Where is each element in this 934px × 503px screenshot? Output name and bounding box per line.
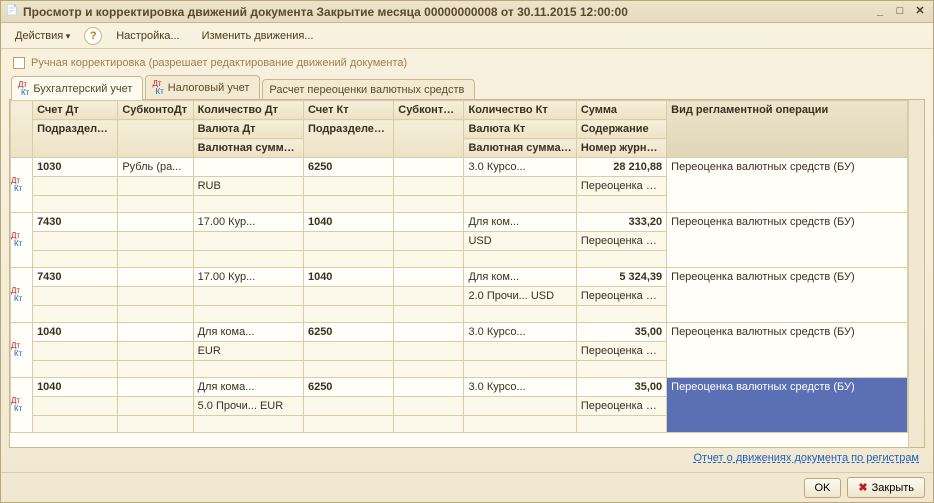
tab-tax[interactable]: ДтКт Налоговый учет (145, 75, 260, 99)
table-row[interactable]: ДтКт1040Для кома...62503.0 Курсо...35,00… (11, 323, 908, 342)
row-icon: ДтКт (11, 287, 32, 303)
table-row[interactable]: ДтКт1030Рубль (ра...62503.0 Курсо...28 2… (11, 158, 908, 177)
vertical-scrollbar[interactable] (908, 100, 924, 447)
toolbar: Действия ? Настройка... Изменить движени… (1, 23, 933, 49)
table-row[interactable]: ДтКт743017.00 Кур...1040Для ком...333,20… (11, 213, 908, 232)
titlebar: 📄 Просмотр и корректировка движений доку… (1, 1, 933, 23)
settings-button[interactable]: Настройка... (108, 28, 187, 44)
hdr-schet-kt[interactable]: Счет Кт (303, 101, 393, 120)
tab-fx[interactable]: Расчет переоценки валютных средств (262, 79, 475, 99)
actions-menu[interactable]: Действия (7, 28, 78, 44)
change-moves-button[interactable]: Изменить движения... (194, 28, 322, 44)
hdr-qty-dt[interactable]: Количество Дт (193, 101, 303, 120)
ok-button[interactable]: OK (804, 478, 842, 498)
footer-links: Отчет о движениях документа по регистрам (9, 448, 925, 468)
table-row[interactable]: ДтКт743017.00 Кур...1040Для ком...5 324,… (11, 268, 908, 287)
table-row[interactable]: ДтКт1040Для кома...62503.0 Курсо...35,00… (11, 378, 908, 397)
manual-edit-label: Ручная корректировка (разрешает редактир… (31, 57, 407, 69)
manual-edit-row: Ручная корректировка (разрешает редактир… (13, 57, 925, 69)
ok-label: OK (815, 482, 831, 494)
help-button[interactable]: ? (84, 27, 102, 45)
row-icon: ДтКт (11, 232, 32, 248)
hdr-subk-kt2 (394, 120, 464, 158)
tab-tax-label: Налоговый учет (168, 82, 250, 94)
hdr-vsum-dt[interactable]: Валютная сумма Дт (193, 139, 303, 158)
row-icon: ДтКт (11, 397, 32, 413)
hdr-cont[interactable]: Содержание (576, 120, 666, 139)
close-label: Закрыть (872, 482, 914, 494)
row-icon: ДтКт (11, 342, 32, 358)
minimize-button[interactable]: _ (871, 4, 889, 20)
maximize-button[interactable]: □ (891, 4, 909, 20)
manual-edit-checkbox[interactable] (13, 57, 25, 69)
content: Ручная корректировка (разрешает редактир… (1, 49, 933, 472)
grid: Счет Дт СубконтоДт Количество Дт Счет Кт… (9, 99, 925, 448)
hdr-icon (11, 101, 33, 158)
hdr-subk-kt[interactable]: СубконтоКт (394, 101, 464, 120)
grid-table: Счет Дт СубконтоДт Количество Дт Счет Кт… (10, 100, 908, 433)
hdr-val-kt[interactable]: Валюта Кт (464, 120, 576, 139)
hdr-subk-dt2 (118, 120, 193, 158)
hdr-op[interactable]: Вид регламентной операции (667, 101, 908, 158)
hdr-jrn[interactable]: Номер журнала (576, 139, 666, 158)
dialog-buttons: OK ✖ Закрыть (1, 472, 933, 502)
hdr-sum[interactable]: Сумма (576, 101, 666, 120)
hdr-qty-kt[interactable]: Количество Кт (464, 101, 576, 120)
grid-header: Счет Дт СубконтоДт Количество Дт Счет Кт… (11, 101, 908, 158)
window: 📄 Просмотр и корректировка движений доку… (0, 0, 934, 503)
hdr-vsum-kt[interactable]: Валютная сумма Кт (464, 139, 576, 158)
close-button[interactable]: ✖ Закрыть (847, 477, 925, 498)
grid-body: ДтКт1030Рубль (ра...62503.0 Курсо...28 2… (11, 158, 908, 433)
tab-fx-label: Расчет переоценки валютных средств (269, 84, 464, 96)
hdr-schet-dt[interactable]: Счет Дт (33, 101, 118, 120)
app-icon: 📄 (5, 5, 19, 19)
hdr-podr-kt[interactable]: Подразделение Кт (303, 120, 393, 158)
dtkt-icon: ДтКт (18, 81, 29, 97)
hdr-podr-dt[interactable]: Подразделение Дт (33, 120, 118, 158)
hdr-subk-dt[interactable]: СубконтоДт (118, 101, 193, 120)
tab-accounting[interactable]: ДтКт Бухгалтерский учет (11, 76, 143, 100)
close-icon: ✖ (858, 481, 867, 494)
tabs: ДтКт Бухгалтерский учет ДтКт Налоговый у… (9, 75, 925, 100)
window-title: Просмотр и корректировка движений докуме… (23, 5, 869, 19)
close-window-button[interactable]: ✕ (911, 4, 929, 20)
row-icon: ДтКт (11, 177, 32, 193)
tab-accounting-label: Бухгалтерский учет (33, 83, 132, 95)
dtkt-icon: ДтКт (152, 80, 163, 96)
grid-scroll[interactable]: Счет Дт СубконтоДт Количество Дт Счет Кт… (10, 100, 908, 447)
report-link[interactable]: Отчет о движениях документа по регистрам (693, 452, 919, 464)
hdr-val-dt[interactable]: Валюта Дт (193, 120, 303, 139)
